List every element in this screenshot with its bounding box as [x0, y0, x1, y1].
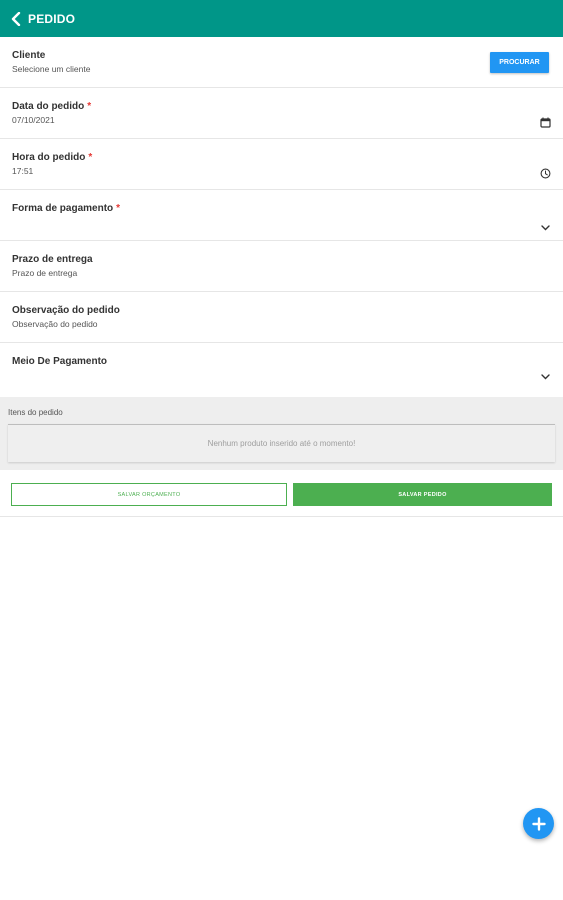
calendar-icon[interactable] [539, 116, 551, 128]
data-pedido-field[interactable]: Data do pedido * 07/10/2021 [0, 88, 563, 139]
action-bar: SALVAR ORÇAMENTO SALVAR PEDIDO [0, 472, 563, 517]
observacao-field[interactable]: Observação do pedido Observação do pedid… [0, 292, 563, 343]
order-items-section: Itens do pedido Nenhum produto inserido … [0, 397, 563, 470]
add-button[interactable] [523, 808, 554, 839]
meio-pagamento-label: Meio De Pagamento [12, 356, 108, 367]
required-mark: * [116, 203, 121, 214]
save-order-button[interactable]: SALVAR PEDIDO [293, 483, 552, 506]
hora-pedido-label: Hora do pedido * [12, 152, 93, 163]
observacao-input[interactable]: Observação do pedido [12, 319, 551, 330]
chevron-down-icon[interactable] [539, 222, 551, 234]
order-items-title: Itens do pedido [8, 408, 63, 417]
prazo-entrega-field[interactable]: Prazo de entrega Prazo de entrega [0, 241, 563, 292]
app-bar: PEDIDO [0, 0, 563, 37]
chevron-down-icon[interactable] [539, 371, 551, 383]
hora-pedido-field[interactable]: Hora do pedido * 17:51 [0, 139, 563, 190]
page-title: PEDIDO [28, 11, 76, 26]
cliente-value[interactable]: Selecione um cliente [12, 64, 551, 75]
meio-pagamento-field[interactable]: Meio De Pagamento [0, 343, 563, 394]
data-pedido-value[interactable]: 07/10/2021 [12, 115, 551, 126]
forma-pagamento-label: Forma de pagamento * [12, 203, 121, 214]
prazo-entrega-input[interactable]: Prazo de entrega [12, 268, 551, 279]
prazo-entrega-label: Prazo de entrega [12, 254, 93, 265]
cliente-field[interactable]: Cliente Selecione um cliente PROCURAR [0, 37, 563, 88]
hora-pedido-value[interactable]: 17:51 [12, 166, 551, 177]
order-form: Cliente Selecione um cliente PROCURAR Da… [0, 37, 563, 394]
plus-icon [531, 816, 546, 831]
procurar-button[interactable]: PROCURAR [490, 52, 549, 73]
chevron-left-icon [11, 11, 21, 26]
data-pedido-label: Data do pedido * [12, 101, 92, 112]
order-items-empty: Nenhum produto inserido até o momento! [8, 424, 555, 462]
required-mark: * [88, 152, 93, 163]
clock-icon[interactable] [539, 167, 551, 179]
observacao-label: Observação do pedido [12, 305, 120, 316]
forma-pagamento-field[interactable]: Forma de pagamento * [0, 190, 563, 241]
required-mark: * [87, 101, 92, 112]
save-quote-button[interactable]: SALVAR ORÇAMENTO [11, 483, 287, 506]
back-button[interactable] [7, 8, 25, 30]
cliente-label: Cliente [12, 50, 46, 61]
